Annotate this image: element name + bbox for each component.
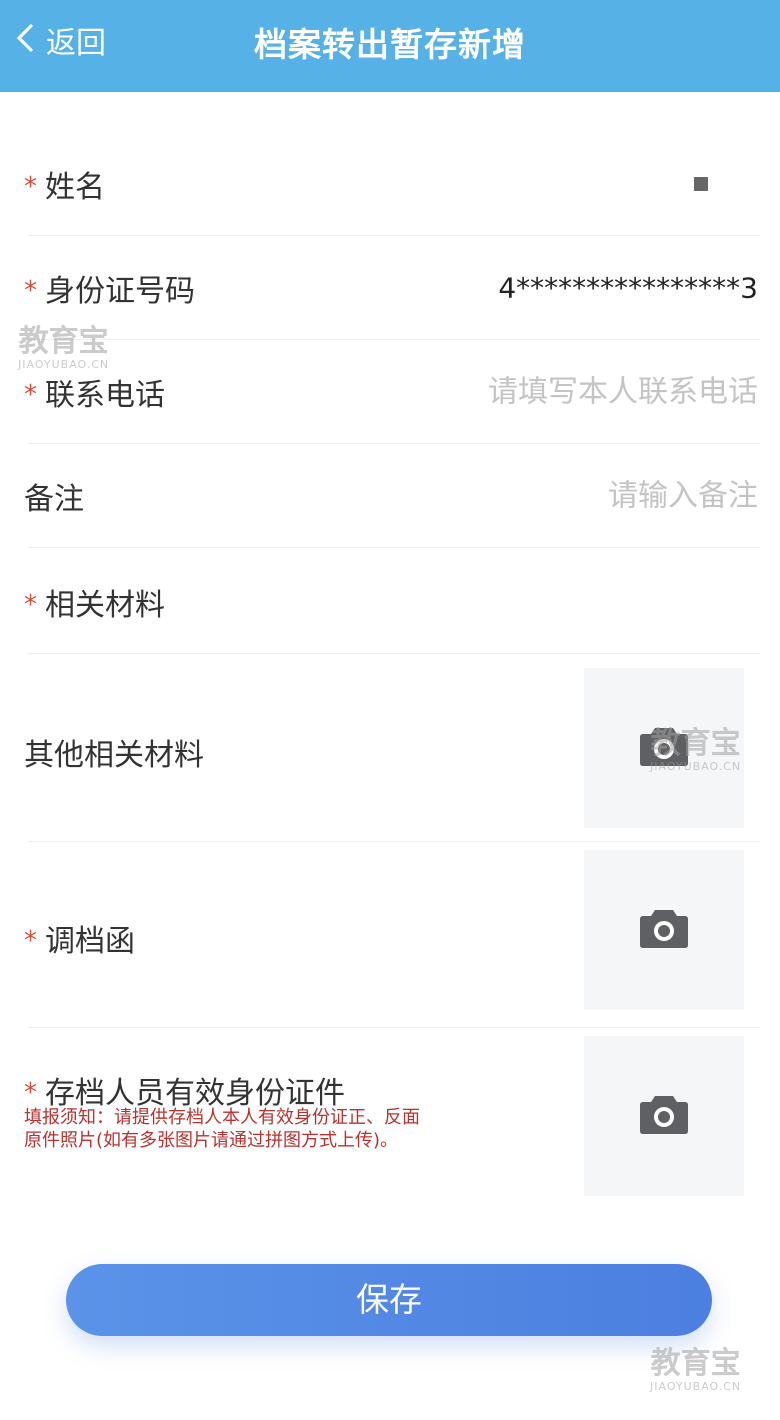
divider bbox=[28, 547, 760, 548]
top-nav-bar: 档案转出暂存新增 返回 bbox=[0, 0, 780, 92]
id-docs-upload-button[interactable] bbox=[584, 1036, 744, 1196]
other-materials-upload-button[interactable] bbox=[584, 668, 744, 828]
phone-label: 联系电话 bbox=[45, 378, 165, 413]
camera-icon bbox=[639, 725, 689, 771]
id-number-value: 4****************3 bbox=[498, 271, 758, 305]
watermark: 教育宝 JIAOYUBAO.CN bbox=[650, 1346, 742, 1394]
name-value-masked bbox=[694, 177, 708, 191]
name-row[interactable]: * 姓名 bbox=[0, 132, 780, 236]
required-mark: * bbox=[24, 926, 37, 956]
camera-icon bbox=[639, 1093, 689, 1139]
phone-row: * 联系电话 bbox=[0, 340, 780, 444]
page: 档案转出暂存新增 返回 * 姓名 * 身份证号码 4****************… bbox=[0, 0, 780, 1420]
id-docs-row: * 存档人员有效身份证件 填报须知：请提供存档人本人有效身份证正、反面原件照片(如… bbox=[0, 1028, 780, 1208]
name-label-wrap: * 姓名 bbox=[24, 162, 105, 206]
remark-input[interactable] bbox=[398, 478, 758, 514]
required-mark: * bbox=[24, 172, 37, 202]
transfer-letter-upload-button[interactable] bbox=[584, 850, 744, 1010]
camera-icon bbox=[639, 907, 689, 953]
back-button[interactable]: 返回 bbox=[14, 18, 106, 62]
id-docs-notice: 填报须知：请提供存档人本人有效身份证正、反面原件照片(如有多张图片请通过拼图方式… bbox=[24, 1107, 420, 1151]
remark-row: 备注 bbox=[0, 444, 780, 548]
transfer-letter-label: 调档函 bbox=[45, 924, 135, 959]
materials-label: 相关材料 bbox=[45, 588, 165, 623]
save-button[interactable]: 保存 bbox=[66, 1264, 712, 1336]
other-materials-row: 其他相关材料 bbox=[0, 656, 780, 842]
page-title: 档案转出暂存新增 bbox=[254, 25, 526, 64]
other-materials-label: 其他相关材料 bbox=[24, 738, 204, 773]
required-mark: * bbox=[24, 276, 37, 306]
watermark-text: 教育宝 bbox=[650, 1346, 741, 1381]
chevron-left-icon bbox=[14, 23, 36, 57]
remark-label: 备注 bbox=[24, 482, 84, 517]
required-mark: * bbox=[24, 380, 37, 410]
id-number-label-wrap: * 身份证号码 bbox=[24, 266, 195, 310]
name-label: 姓名 bbox=[45, 170, 105, 205]
materials-section-row: * 相关材料 bbox=[0, 550, 780, 654]
phone-label-wrap: * 联系电话 bbox=[24, 370, 165, 414]
materials-label-wrap: * 相关材料 bbox=[24, 580, 165, 624]
watermark-url: JIAOYUBAO.CN bbox=[650, 1380, 742, 1393]
id-number-label: 身份证号码 bbox=[45, 274, 195, 309]
transfer-letter-row: * 调档函 bbox=[0, 842, 780, 1028]
id-number-row[interactable]: * 身份证号码 4****************3 bbox=[0, 236, 780, 340]
required-mark: * bbox=[24, 590, 37, 620]
phone-input[interactable] bbox=[398, 374, 758, 410]
required-mark: * bbox=[24, 1078, 37, 1108]
transfer-letter-label-wrap: * 调档函 bbox=[24, 916, 135, 960]
divider bbox=[28, 653, 760, 654]
back-label: 返回 bbox=[46, 26, 106, 61]
